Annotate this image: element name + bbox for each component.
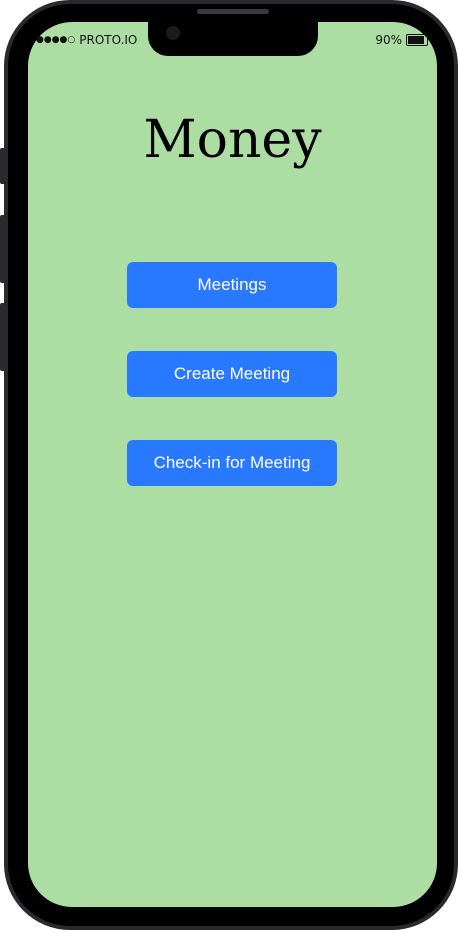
status-bar-left: ●●●●○ PROTO.IO: [36, 33, 137, 47]
speaker-grille: [197, 9, 269, 14]
silent-switch: [0, 148, 6, 184]
page-title: Money: [143, 110, 322, 170]
carrier-label: PROTO.IO: [79, 33, 138, 47]
battery-icon: [406, 34, 428, 46]
create-meeting-button[interactable]: Create Meeting: [127, 351, 337, 397]
battery-percentage: 90%: [375, 33, 402, 47]
volume-down-button: [0, 303, 6, 371]
check-in-button[interactable]: Check-in for Meeting: [127, 440, 337, 486]
status-bar-right: 90%: [375, 33, 428, 47]
battery-fill: [408, 36, 425, 44]
camera-icon: [166, 26, 180, 40]
meetings-button[interactable]: Meetings: [127, 262, 337, 308]
volume-up-button: [0, 215, 6, 283]
signal-strength-icon: ●●●●○: [36, 35, 76, 45]
